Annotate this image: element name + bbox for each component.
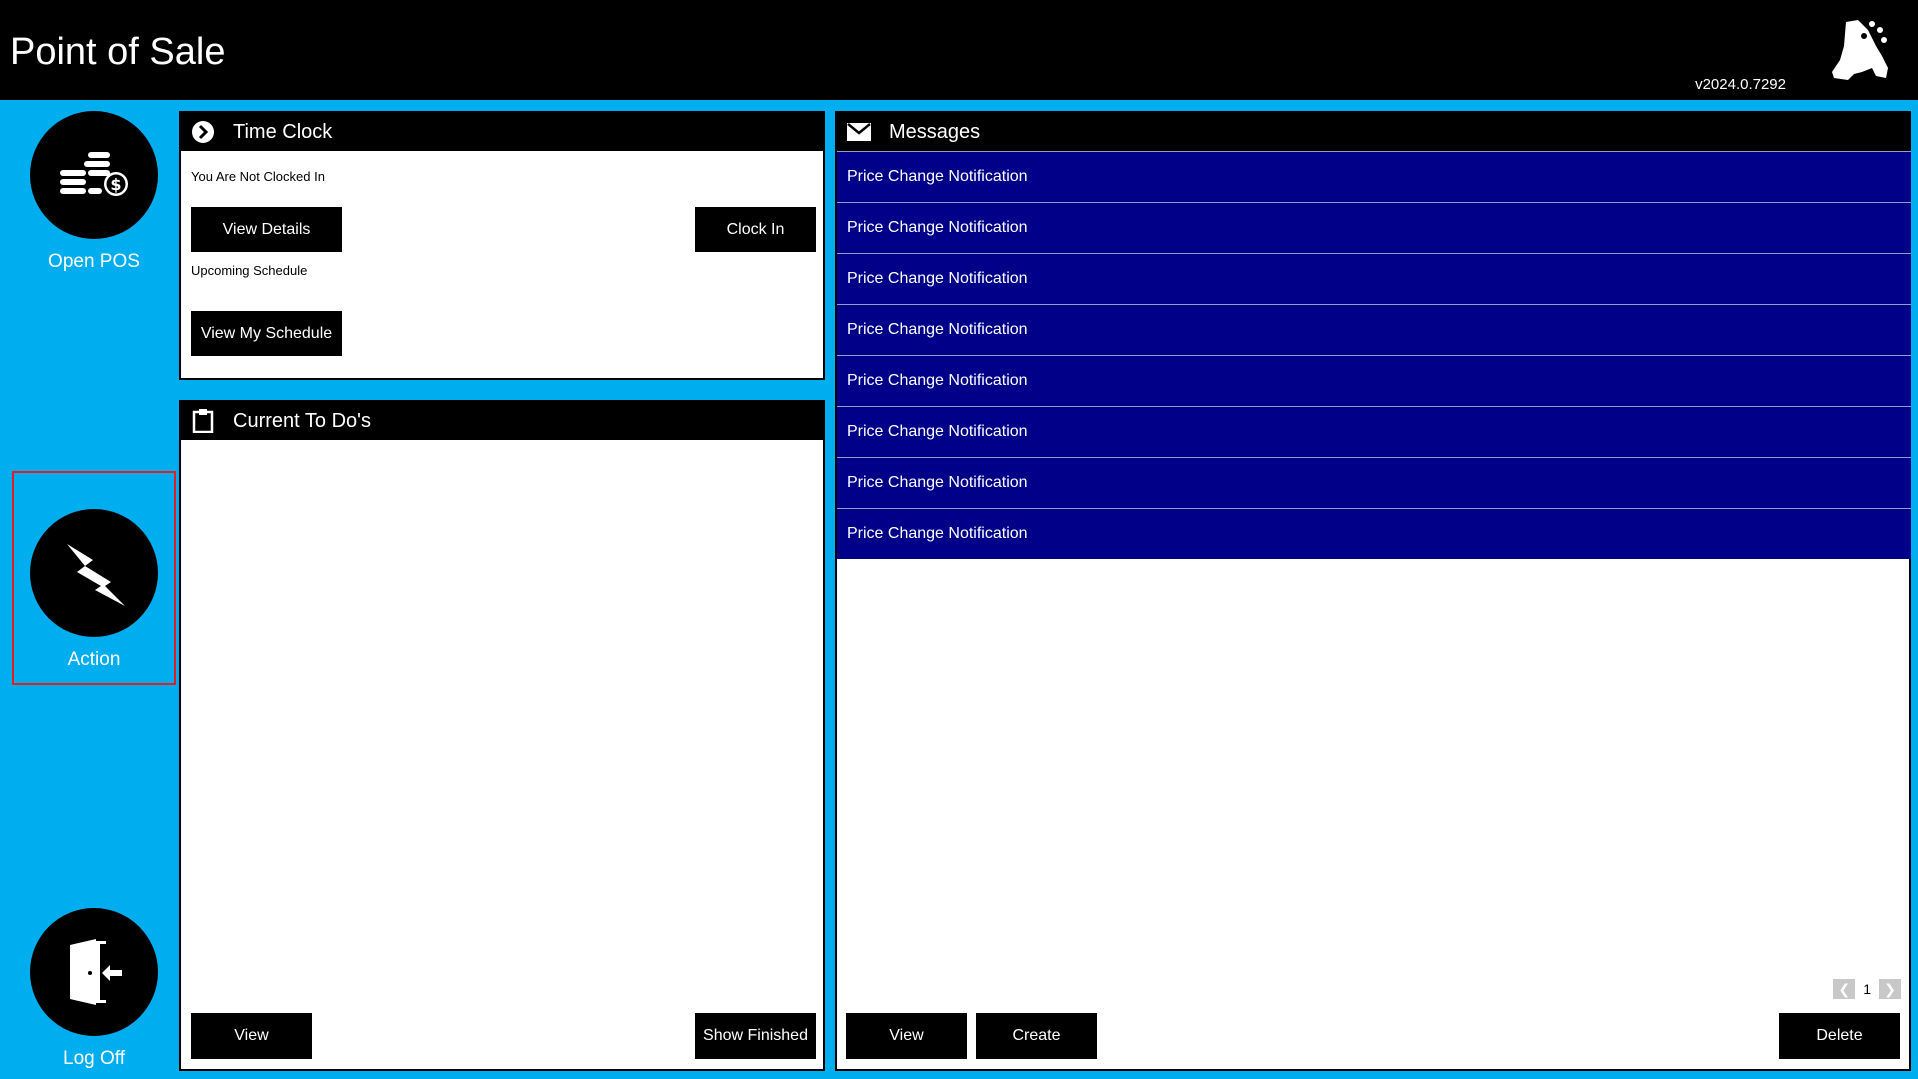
message-row[interactable]: Price Change Notification [837, 304, 1911, 355]
chevron-circle-icon [191, 120, 215, 144]
action-button[interactable]: Action [12, 471, 176, 685]
header-bar: Point of Sale v2024.0.7292 [0, 0, 1918, 100]
message-row[interactable]: Price Change Notification [837, 355, 1911, 406]
prev-page-icon[interactable]: ❮ [1833, 979, 1856, 999]
message-row[interactable]: Price Change Notification [837, 508, 1911, 559]
time-clock-header: Time Clock [181, 113, 823, 151]
open-pos-label: Open POS [48, 251, 140, 272]
view-my-schedule-button[interactable]: View My Schedule [191, 311, 342, 356]
time-clock-panel: Time Clock You Are Not Clocked In View D… [179, 111, 825, 380]
todos-list [181, 440, 823, 1020]
messages-delete-button[interactable]: Delete [1779, 1013, 1900, 1059]
action-label: Action [67, 649, 121, 670]
message-row[interactable]: Price Change Notification [837, 202, 1911, 253]
pager: ❮ 1 ❯ [1833, 979, 1901, 999]
show-finished-button[interactable]: Show Finished [695, 1013, 816, 1059]
messages-create-button[interactable]: Create [976, 1013, 1097, 1059]
message-row[interactable]: Price Change Notification [837, 457, 1911, 508]
upcoming-schedule-label: Upcoming Schedule [191, 263, 308, 278]
message-row[interactable]: Price Change Notification [837, 406, 1911, 457]
log-off-button[interactable]: Log Off [14, 899, 174, 1079]
message-list: Price Change Notification Price Change N… [837, 151, 1911, 559]
app-window: Point of Sale v2024.0.7292 $ Open POS Ac… [0, 0, 1918, 1079]
messages-title: Messages [889, 120, 981, 143]
open-pos-button[interactable]: $ Open POS [14, 102, 174, 302]
coins-stack-icon: $ [30, 111, 158, 239]
todos-panel: Current To Do's View Show Finished [179, 400, 825, 1071]
todos-view-button[interactable]: View [191, 1013, 312, 1059]
clock-status-text: You Are Not Clocked In [191, 169, 325, 184]
page-number: 1 [1863, 981, 1871, 997]
todos-header: Current To Do's [181, 402, 823, 440]
view-details-button[interactable]: View Details [191, 207, 342, 252]
app-title: Point of Sale [10, 31, 226, 73]
robot-logo-icon [1828, 16, 1890, 82]
message-row[interactable]: Price Change Notification [837, 151, 1911, 202]
message-row[interactable]: Price Change Notification [837, 253, 1911, 304]
log-off-label: Log Off [63, 1048, 125, 1069]
svg-text:$: $ [110, 175, 121, 194]
messages-header: Messages [837, 113, 1909, 151]
messages-panel: Messages Price Change Notification Price… [835, 111, 1911, 1071]
todos-title: Current To Do's [233, 409, 371, 432]
version-label: v2024.0.7292 [1695, 76, 1786, 93]
time-clock-title: Time Clock [233, 120, 333, 143]
clipboard-icon [191, 409, 215, 433]
envelope-icon [847, 120, 871, 144]
clock-in-button[interactable]: Clock In [695, 207, 816, 252]
next-page-icon[interactable]: ❯ [1879, 979, 1901, 999]
door-exit-icon [30, 908, 158, 1036]
messages-view-button[interactable]: View [846, 1013, 967, 1059]
lightning-bolt-icon [30, 509, 158, 637]
